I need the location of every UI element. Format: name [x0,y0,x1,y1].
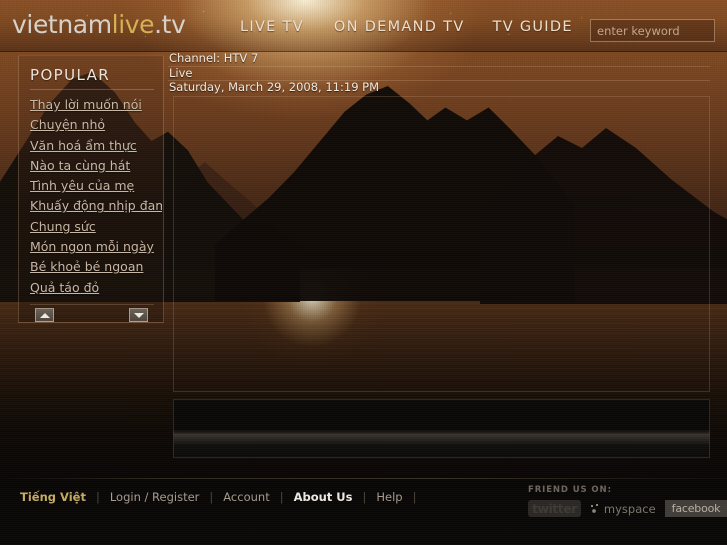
footer-link-help[interactable]: Help [376,490,402,504]
sidebar-item-7[interactable]: Món ngon mỗi ngày [30,237,162,257]
sidebar-item-5[interactable]: Khuấy động nhịp đam mê [30,196,162,216]
social-section: FRIEND US ON: twitter myspace facebook [528,485,727,517]
sidebar-title-divider [30,89,154,90]
footer-separator: | [412,489,417,504]
logo-part-tv: .tv [154,10,186,39]
footer-separator: | [209,489,214,504]
footer-separator: | [95,489,100,504]
player-controls-panel [173,399,710,458]
myspace-logo[interactable]: myspace [589,501,656,516]
footer-link-tieng-viet[interactable]: Tiếng Việt [20,490,86,504]
player-info-panel: Channel: HTV 7 Live Saturday, March 29, … [168,51,710,95]
facebook-logo[interactable]: facebook [664,500,727,517]
sidebar-scroll-up-button[interactable] [35,308,54,322]
nav-item-tv-guide[interactable]: TV GUIDE [493,19,573,35]
player-status-label: Live [168,66,710,82]
site-logo[interactable]: vietnamlive.tv [12,10,186,39]
main-navigation: LIVE TV ON DEMAND TV TV GUIDE [240,19,573,39]
player-timestamp-label: Saturday, March 29, 2008, 11:19 PM [169,80,380,95]
sidebar-item-6[interactable]: Chung sức [30,217,162,237]
sidebar-item-9[interactable]: Quả táo đỏ [30,278,162,298]
footer-divider [0,478,727,479]
sidebar-item-3[interactable]: Nào ta cùng hát [30,156,162,176]
search-box [590,19,727,42]
sidebar-item-8[interactable]: Bé khoẻ bé ngoan [30,257,162,277]
social-caption: FRIEND US ON: [528,485,612,495]
logo-part-live: live [111,10,155,39]
social-logo-row: twitter myspace facebook [528,500,727,517]
twitter-logo[interactable]: twitter [528,500,581,517]
footer-navigation: Tiếng Việt | Login / Register | Account | Abou… [20,486,426,504]
arrow-up-icon [39,312,50,318]
sidebar-bottom-divider [30,304,154,305]
site-header: vietnamlive.tv LIVE TV ON DEMAND TV TV GUI… [0,0,727,52]
sidebar-item-4[interactable]: Tình yêu của mẹ [30,176,162,196]
nav-item-live-tv[interactable]: LIVE TV [240,19,304,35]
sidebar-item-2[interactable]: Văn hoá ẩm thực [30,136,162,156]
sidebar-title: POPULAR [30,66,111,84]
footer-link-account[interactable]: Account [223,490,269,504]
myspace-glyph-icon [589,504,601,513]
popular-sidebar: POPULAR Thay lời muốn nói Chuyện nhỏ Văn… [18,55,164,323]
sidebar-item-1[interactable]: Chuyện nhỏ [30,115,162,135]
footer-separator: | [279,489,284,504]
footer-link-login-register[interactable]: Login / Register [110,490,200,504]
arrow-down-icon [133,312,144,318]
player-channel-label: Channel: HTV 7 [168,51,710,67]
sidebar-list: Thay lời muốn nói Chuyện nhỏ Văn hoá ẩm … [30,95,162,298]
sidebar-item-0[interactable]: Thay lời muốn nói [30,95,162,115]
logo-part-vietnam: vietnam [12,10,112,39]
search-input[interactable] [591,20,727,41]
footer-link-about-us[interactable]: About Us [294,490,353,504]
player-seek-bar[interactable] [174,433,709,444]
video-player-stage[interactable] [173,96,710,392]
myspace-label: myspace [603,501,656,516]
page-root: vietnamlive.tv LIVE TV ON DEMAND TV TV GUI… [0,0,727,545]
nav-item-on-demand-tv[interactable]: ON DEMAND TV [334,19,465,35]
footer-separator: | [362,489,367,504]
sidebar-scroll-down-button[interactable] [129,308,148,322]
